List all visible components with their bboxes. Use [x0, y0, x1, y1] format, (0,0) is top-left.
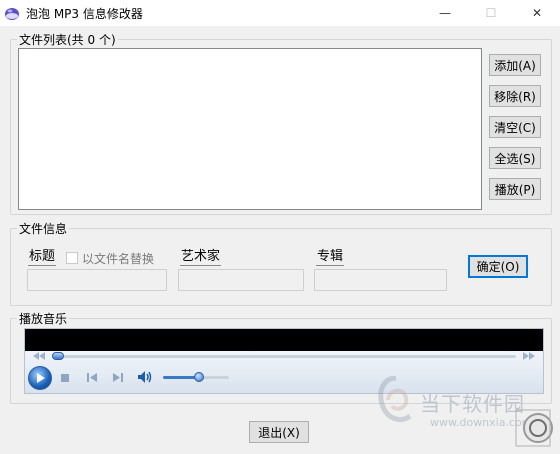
- fast-forward-icon[interactable]: [522, 352, 536, 360]
- remove-button[interactable]: 移除(R): [489, 85, 541, 107]
- minimize-icon: —: [439, 6, 451, 20]
- exit-button[interactable]: 退出(X): [249, 421, 309, 443]
- file-info-group-label: 文件信息: [17, 220, 70, 237]
- seek-thumb[interactable]: [52, 352, 64, 360]
- minimize-button[interactable]: —: [422, 0, 468, 26]
- album-input[interactable]: [314, 269, 447, 291]
- corner-logo-icon: [515, 409, 553, 447]
- album-label: 专辑: [316, 249, 345, 266]
- app-icon: [5, 8, 19, 20]
- rewind-icon[interactable]: [32, 352, 46, 360]
- video-area: [25, 329, 543, 351]
- previous-icon[interactable]: [86, 372, 98, 383]
- play-icon: [37, 373, 45, 383]
- watermark-logo-icon: [378, 376, 412, 422]
- file-list-group-label: 文件列表(共 0 个): [17, 31, 118, 48]
- play-button[interactable]: 播放(P): [489, 178, 541, 200]
- player-group-label: 播放音乐: [17, 310, 70, 327]
- close-button[interactable]: ✕: [514, 0, 560, 26]
- replace-with-filename-label: 以文件名替换: [82, 252, 155, 266]
- replace-with-filename-checkbox[interactable]: [66, 252, 78, 264]
- title-bar: 泡泡 MP3 信息修改器 — ☐ ✕: [0, 0, 560, 26]
- ok-button[interactable]: 确定(O): [468, 255, 528, 278]
- title-input[interactable]: [27, 269, 167, 291]
- artist-input[interactable]: [178, 269, 304, 291]
- maximize-icon: ☐: [485, 6, 497, 20]
- select-all-button[interactable]: 全选(S): [489, 147, 541, 169]
- clear-button[interactable]: 清空(C): [489, 116, 541, 138]
- close-icon: ✕: [531, 6, 543, 20]
- file-listbox[interactable]: [18, 48, 482, 210]
- stop-icon[interactable]: [60, 373, 70, 383]
- seek-bar[interactable]: [52, 355, 516, 358]
- artist-label: 艺术家: [180, 249, 222, 266]
- volume-icon[interactable]: [137, 370, 153, 384]
- player-play-button[interactable]: [28, 366, 52, 390]
- maximize-button[interactable]: ☐: [468, 0, 514, 26]
- next-icon[interactable]: [112, 372, 124, 383]
- add-button[interactable]: 添加(A): [489, 54, 541, 76]
- window-title: 泡泡 MP3 信息修改器: [26, 7, 143, 21]
- title-label: 标题: [28, 249, 57, 266]
